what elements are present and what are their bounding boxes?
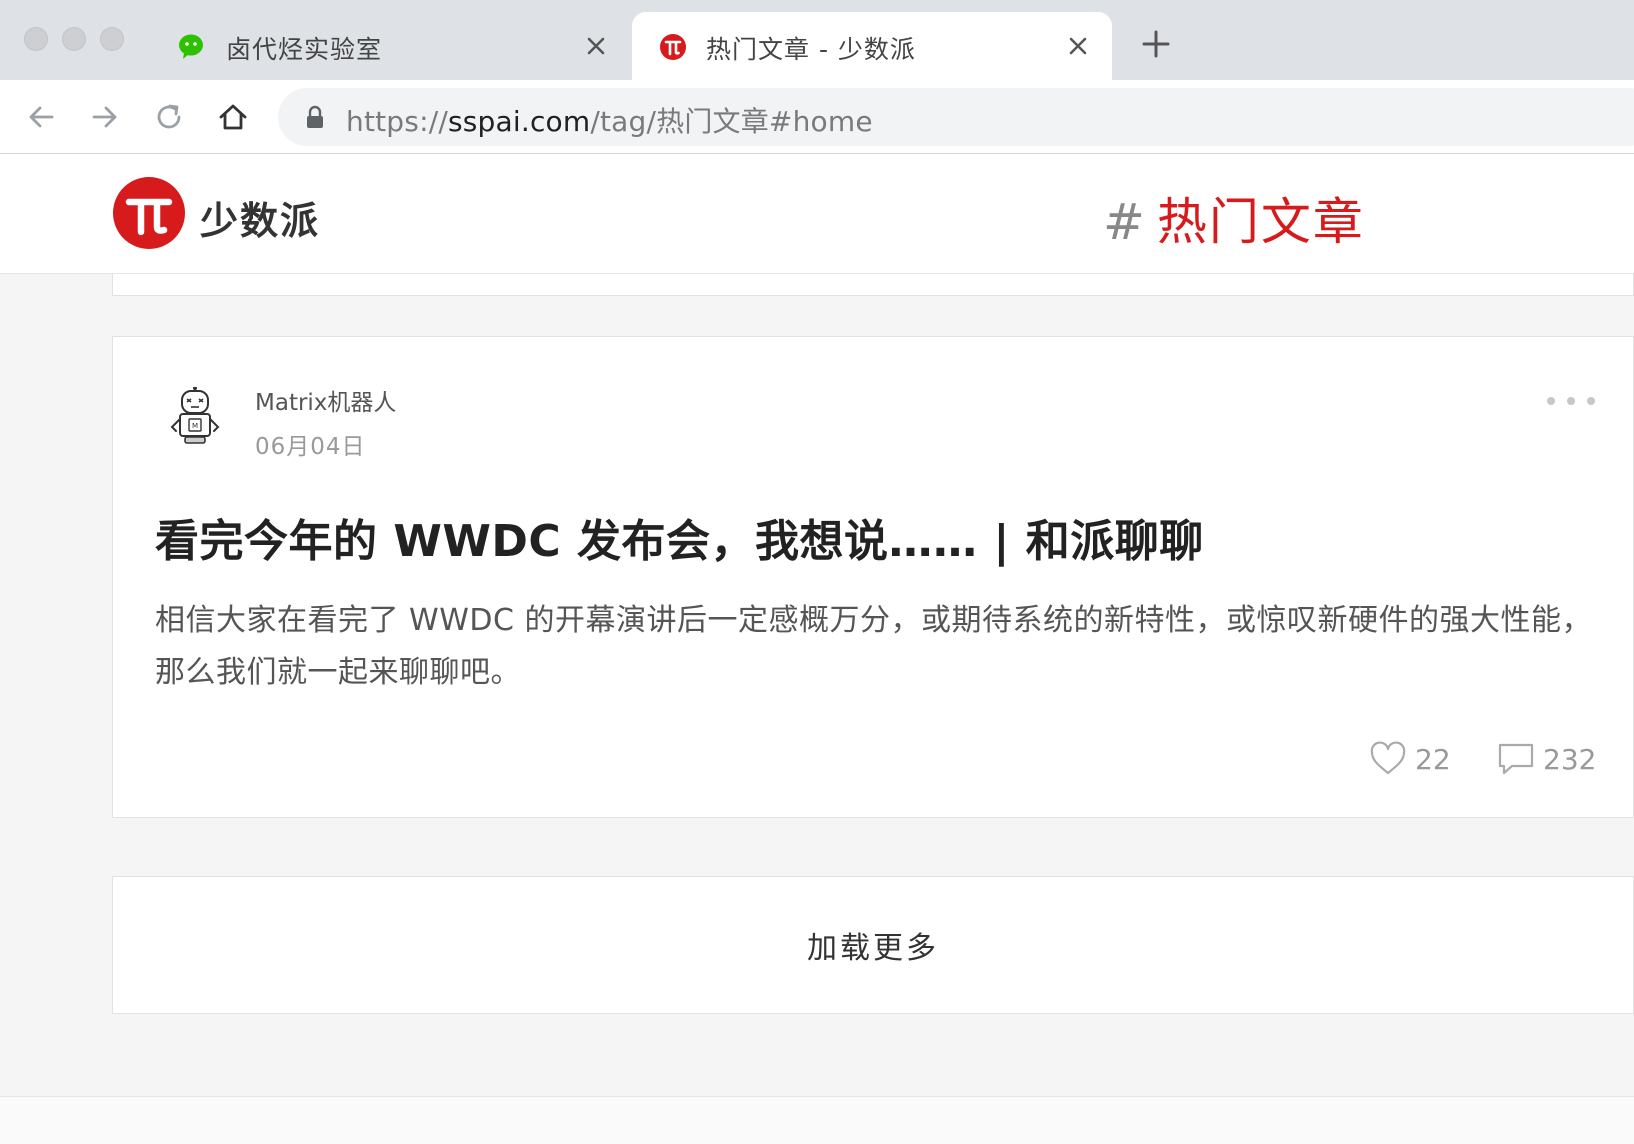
home-icon[interactable] xyxy=(214,98,252,136)
page-title: # 热门文章 xyxy=(1103,182,1365,254)
close-icon[interactable] xyxy=(1064,32,1092,60)
article-title[interactable]: 看完今年的 WWDC 发布会，我想说…… | 和派聊聊 xyxy=(155,505,1204,569)
forward-arrow-icon[interactable] xyxy=(86,98,124,136)
author-name[interactable]: Matrix机器人 xyxy=(255,383,396,417)
comment-icon xyxy=(1498,743,1534,775)
site-logo-text[interactable]: 少数派 xyxy=(200,190,320,245)
back-arrow-icon[interactable] xyxy=(22,98,60,136)
browser-tab-sspai[interactable]: 热门文章 - 少数派 xyxy=(632,12,1112,80)
load-more-button[interactable]: 加载更多 xyxy=(112,876,1634,1014)
browser-tab-wechat[interactable]: 卤代烃实验室 xyxy=(152,12,630,80)
site-header: 少数派 # 热门文章 xyxy=(0,154,1634,274)
svg-text:M: M xyxy=(192,422,198,430)
like-count: 22 xyxy=(1415,742,1451,776)
window-minimize-button[interactable] xyxy=(62,27,86,51)
wechat-icon xyxy=(179,34,203,59)
sspai-logo-icon[interactable] xyxy=(112,176,186,250)
window-close-button[interactable] xyxy=(24,27,48,51)
tab-title: 卤代烃实验室 xyxy=(226,35,383,64)
more-options-icon[interactable] xyxy=(1547,395,1595,407)
tab-title: 热门文章 - 少数派 xyxy=(706,35,916,64)
hash-symbol: # xyxy=(1103,193,1147,251)
sspai-pi-icon xyxy=(660,34,686,60)
article-summary[interactable]: 相信大家在看完了 WWDC 的开幕演讲后一定感概万分，或期待系统的新特性，或惊叹… xyxy=(155,595,1595,699)
robot-avatar[interactable]: M xyxy=(165,387,225,447)
page-footer xyxy=(0,1096,1634,1144)
publish-date: 06月04日 xyxy=(255,434,366,460)
browser-tab-strip: 卤代烃实验室 热门文章 - 少数派 xyxy=(0,0,1634,80)
lock-icon[interactable] xyxy=(304,105,326,129)
address-bar[interactable]: https://sspai.com/tag/热门文章#home xyxy=(278,88,1634,146)
comment-button[interactable]: 232 xyxy=(1497,739,1596,779)
browser-toolbar: https://sspai.com/tag/热门文章#home xyxy=(0,80,1634,154)
like-button[interactable]: 22 xyxy=(1369,739,1451,779)
article-card[interactable]: M Matrix机器人 06月04日 看完今年的 WWDC 发布会，我想说…… … xyxy=(112,336,1634,818)
comment-count: 232 xyxy=(1543,742,1597,776)
window-zoom-button[interactable] xyxy=(100,27,124,51)
url-text[interactable]: https://sspai.com/tag/热门文章#home xyxy=(346,100,873,140)
tag-name: 热门文章 xyxy=(1156,193,1365,251)
previous-article-card xyxy=(112,274,1634,296)
heart-icon xyxy=(1370,741,1406,775)
reload-icon[interactable] xyxy=(150,98,188,136)
close-icon[interactable] xyxy=(582,32,610,60)
plus-icon[interactable] xyxy=(1140,28,1172,60)
